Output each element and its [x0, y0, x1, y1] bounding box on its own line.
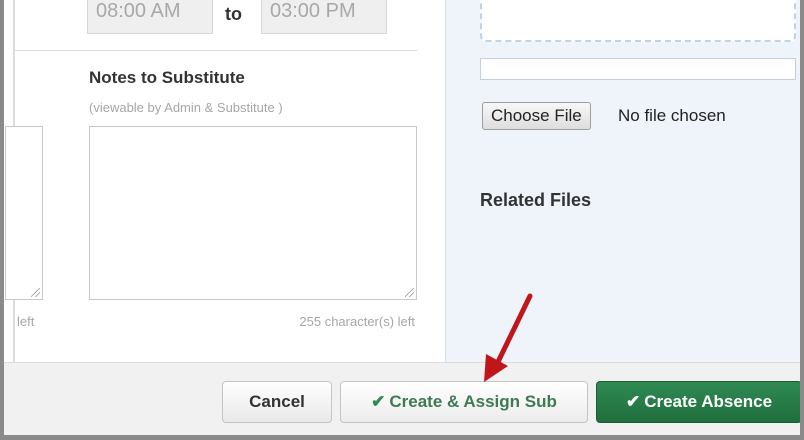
action-bar: Cancel ✔ Create & Assign Sub ✔ Create Abse… [4, 362, 800, 435]
details-section: 08:00 AM to 03:00 PM left Notes to Subst… [5, 0, 445, 362]
create-and-assign-sub-label: Create & Assign Sub [389, 392, 557, 411]
related-files-heading: Related Files [480, 190, 592, 210]
cancel-button-label: Cancel [249, 392, 305, 411]
resize-handle-icon[interactable] [31, 288, 40, 297]
notes-to-substitute-label: Notes to Substitute [89, 68, 245, 87]
section-divider [15, 50, 417, 51]
notes-visibility-hint: (viewable by Admin & Substitute ) [89, 100, 283, 115]
time-separator: to [225, 4, 242, 24]
file-status-text: No file chosen [618, 106, 726, 125]
start-time-field[interactable]: 08:00 AM [87, 0, 213, 34]
file-description-input[interactable] [480, 58, 796, 80]
checkmark-icon: ✔ [625, 392, 641, 411]
create-absence-label: Create Absence [644, 392, 773, 411]
absence-form-window: 08:00 AM to 03:00 PM left Notes to Subst… [0, 0, 804, 440]
cancel-button[interactable]: Cancel [222, 381, 332, 423]
admin-notes-char-counter: left [17, 314, 35, 329]
notes-to-admin-textarea[interactable] [5, 126, 43, 300]
substitute-notes-char-counter: 255 character(s) left [299, 314, 415, 329]
end-time-field[interactable]: 03:00 PM [261, 0, 387, 34]
choose-file-button[interactable]: Choose File [482, 102, 591, 130]
resize-handle-icon[interactable] [405, 288, 414, 297]
checkmark-icon: ✔ [371, 392, 386, 411]
annotation-arrow-icon [484, 293, 533, 382]
create-absence-button[interactable]: ✔ Create Absence [596, 381, 800, 423]
file-drop-zone[interactable] [480, 0, 796, 42]
create-and-assign-sub-button[interactable]: ✔ Create & Assign Sub [340, 381, 588, 423]
notes-to-substitute-textarea[interactable] [89, 126, 417, 300]
